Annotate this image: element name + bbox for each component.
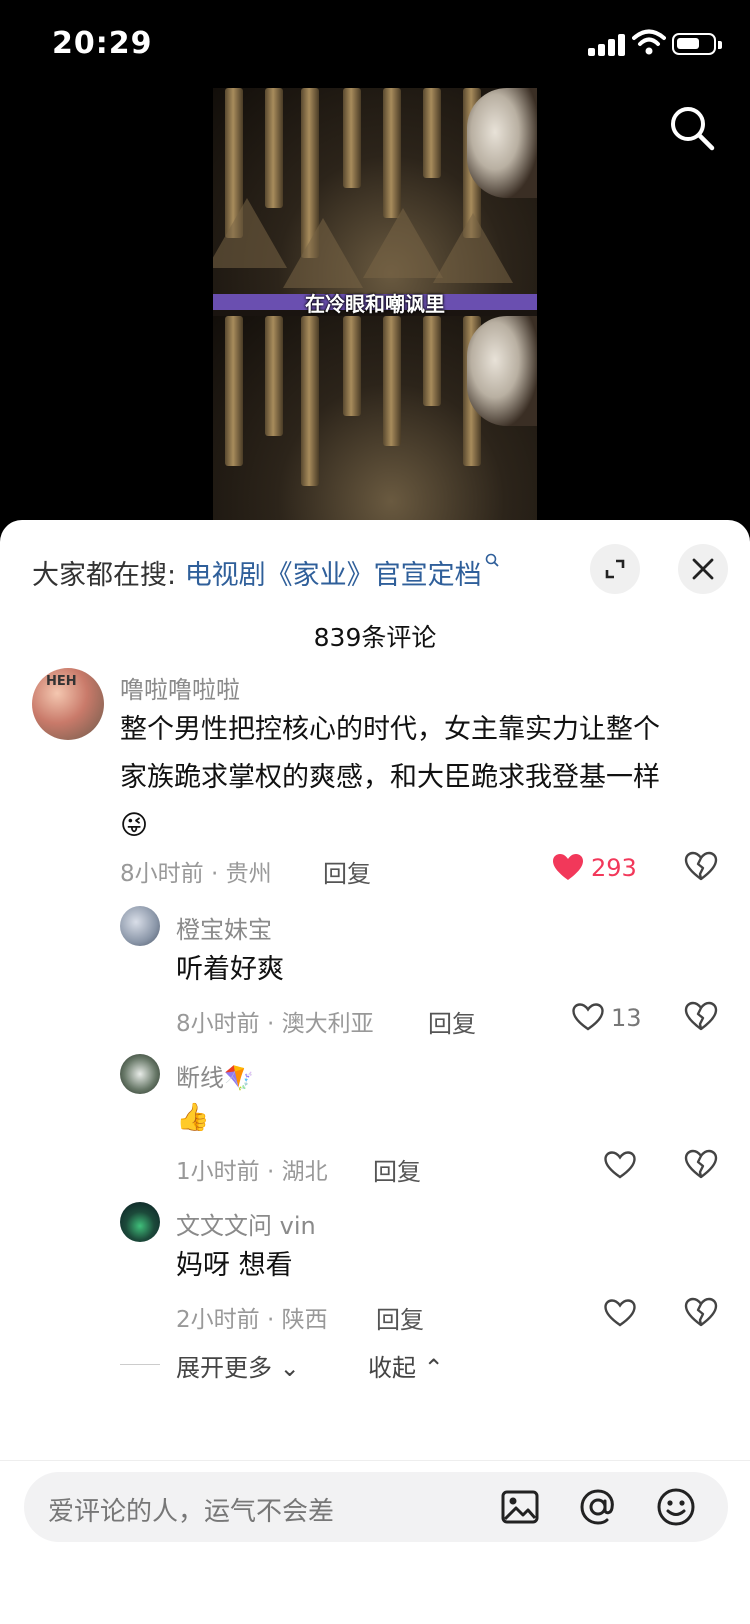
divider (0, 1460, 750, 1461)
hot-search-topic[interactable]: 电视剧《家业》官宣定档 (185, 560, 482, 591)
status-time: 20:29 (52, 26, 153, 61)
emoji-icon[interactable] (656, 1487, 696, 1527)
heart-icon[interactable] (551, 852, 585, 882)
reply-button[interactable]: 回复 (376, 1300, 424, 1335)
avatar[interactable]: HEH (32, 668, 104, 740)
comment-meta: 8小时前 · 澳大利亚 (176, 1011, 374, 1037)
search-icon[interactable] (668, 104, 716, 152)
comments-panel: 大家都在搜: 电视剧《家业》官宣定档 839条评论 HEH 噜啦噜啦啦 整个男性… (0, 520, 750, 1624)
comment-meta: 8小时前 · 贵州 (120, 861, 272, 887)
reply-button[interactable]: 回复 (323, 854, 371, 889)
comment-username[interactable]: 断线🪁 (176, 1058, 254, 1093)
comment-username[interactable]: 橙宝妹宝 (176, 910, 272, 945)
comment-input-placeholder: 爱评论的人，运气不会差 (48, 1497, 335, 1527)
avatar[interactable] (120, 1202, 160, 1242)
reply-button[interactable]: 回复 (428, 1004, 476, 1039)
expand-more-button[interactable]: 展开更多 ⌄ (176, 1348, 300, 1383)
at-icon[interactable] (578, 1487, 618, 1527)
heart-icon[interactable] (571, 1002, 605, 1032)
search-icon (485, 553, 499, 567)
comment-meta: 2小时前 · 陕西 (176, 1307, 328, 1333)
like-count: 293 (591, 854, 637, 882)
comment-username[interactable]: 噜啦噜啦啦 (120, 670, 240, 705)
comment-text: 听着好爽 (176, 954, 284, 985)
wifi-icon (632, 29, 666, 55)
chevron-up-icon: ⌃ (416, 1354, 444, 1382)
collapse-button[interactable]: 收起 ⌃ (368, 1348, 444, 1383)
comment-username[interactable]: 文文文问 vin (176, 1206, 316, 1241)
video-frame-top (213, 88, 537, 306)
broken-heart-icon[interactable] (684, 1148, 718, 1180)
comment-text: 👍 (176, 1102, 210, 1133)
expand-button[interactable] (590, 544, 640, 594)
signal-icon (588, 32, 628, 56)
broken-heart-icon[interactable] (684, 1000, 718, 1032)
video-frame-bottom (213, 316, 537, 528)
hot-search-bar[interactable]: 大家都在搜: 电视剧《家业》官宣定档 (32, 553, 499, 592)
divider (120, 1364, 160, 1365)
video-player[interactable]: 在冷眼和嘲讽里 (213, 88, 537, 528)
expand-icon (605, 559, 625, 579)
image-icon[interactable] (500, 1487, 540, 1527)
broken-heart-icon[interactable] (684, 850, 718, 882)
status-bar: 20:29 (0, 0, 750, 92)
avatar[interactable] (120, 1054, 160, 1094)
heart-icon[interactable] (603, 1150, 637, 1180)
comment-meta: 1小时前 · 湖北 (176, 1159, 328, 1185)
like-count: 13 (611, 1004, 642, 1032)
comment-text: 整个男性把控核心的时代，女主靠实力让整个 家族跪求掌权的爽感，和大臣跪求我登基一… (120, 706, 660, 850)
avatar[interactable] (120, 906, 160, 946)
emoji: 😜 (120, 810, 149, 841)
reply-button[interactable]: 回复 (373, 1152, 421, 1187)
close-button[interactable] (678, 544, 728, 594)
battery-icon (672, 33, 722, 55)
hot-search-prefix: 大家都在搜: (32, 560, 185, 591)
comment-text: 妈呀 想看 (176, 1250, 293, 1281)
broken-heart-icon[interactable] (684, 1296, 718, 1328)
video-subtitle: 在冷眼和嘲讽里 (305, 292, 445, 316)
close-icon (692, 558, 714, 580)
chevron-down-icon: ⌄ (272, 1354, 300, 1382)
heart-icon[interactable] (603, 1298, 637, 1328)
comment-count: 839条评论 (313, 623, 437, 652)
comment-input[interactable]: 爱评论的人，运气不会差 (24, 1472, 728, 1542)
